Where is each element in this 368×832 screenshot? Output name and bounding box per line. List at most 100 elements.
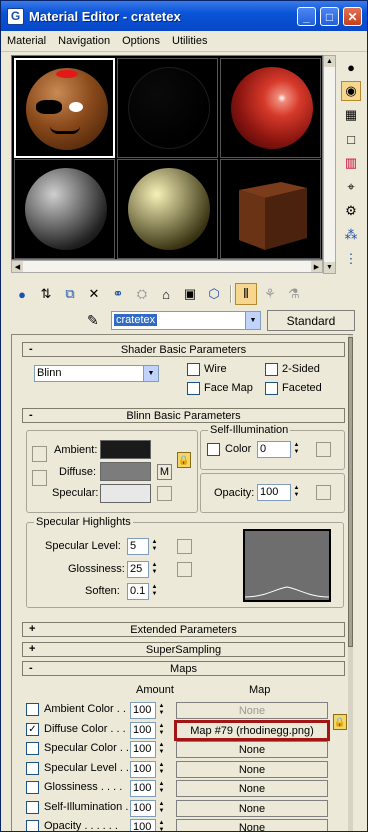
pick-material-icon[interactable]: ⚗ — [283, 283, 305, 305]
material-effects-channel-icon[interactable]: ⌂ — [155, 283, 177, 305]
glossiness-map-button[interactable] — [177, 562, 192, 577]
map-row-map-button[interactable]: None — [176, 761, 328, 778]
map-row-checkbox[interactable] — [26, 781, 39, 794]
self-illum-map-button[interactable] — [316, 442, 331, 457]
glossiness-spinner[interactable]: ▲ ▼ — [150, 562, 159, 577]
map-row-amount-spinner[interactable]: ▲ ▼ — [157, 801, 166, 816]
lock-icon[interactable]: 🔒 — [177, 452, 191, 468]
panel-scrollbar-thumb[interactable] — [348, 337, 353, 647]
diffuse-color-swatch[interactable] — [100, 462, 151, 481]
map-row-map-button[interactable]: None — [176, 800, 328, 817]
map-row-amount-field[interactable]: 100 — [130, 800, 156, 817]
soften-field[interactable]: 0.1 — [127, 583, 149, 600]
shader-type-select[interactable]: Blinn ▼ — [34, 365, 159, 382]
put-to-scene-icon[interactable]: ⇅ — [35, 283, 57, 305]
map-row-map-button[interactable]: None — [176, 741, 328, 758]
material-map-navigator-icon[interactable]: ⋮ — [341, 249, 361, 269]
rollout-maps[interactable]: - Maps — [22, 661, 345, 676]
close-button[interactable]: ✕ — [343, 7, 362, 26]
specular-level-spinner[interactable]: ▲ ▼ — [150, 539, 159, 554]
self-illum-spinner[interactable]: ▲ ▼ — [292, 442, 301, 457]
opacity-field[interactable]: 100 — [257, 484, 291, 501]
chevron-down-icon[interactable]: ▼ — [143, 366, 158, 381]
scroll-up-arrow[interactable]: ▲ — [324, 56, 335, 67]
show-end-result-icon[interactable]: ⬡ — [203, 283, 225, 305]
title-bar[interactable]: G Material Editor - cratetex _ □ ✕ — [1, 1, 367, 31]
diffuse-map-button[interactable]: M — [157, 464, 172, 480]
map-row-map-button[interactable]: None — [176, 819, 328, 831]
faceted-checkbox[interactable] — [265, 382, 278, 395]
map-row-checkbox[interactable] — [26, 762, 39, 775]
map-row-amount-spinner[interactable]: ▲ ▼ — [157, 742, 166, 757]
sample-slot-5[interactable] — [117, 159, 218, 259]
map-row-amount-field[interactable]: 100 — [130, 761, 156, 778]
options-icon[interactable]: ⚙ — [341, 201, 361, 221]
wire-checkbox[interactable] — [187, 363, 200, 376]
map-row-amount-field[interactable]: 100 — [130, 702, 156, 719]
map-row-amount-field[interactable]: 100 — [130, 741, 156, 758]
lock-ambient-diffuse-icon[interactable] — [32, 446, 47, 462]
map-row-map-button[interactable]: None — [176, 780, 328, 797]
self-illum-color-checkbox[interactable] — [207, 443, 220, 456]
backlight-icon[interactable]: ◉ — [341, 81, 361, 101]
map-row-checkbox[interactable] — [26, 820, 39, 831]
two-sided-checkbox[interactable] — [265, 363, 278, 376]
slots-horizontal-scrollbar[interactable]: ◀ ▶ — [11, 260, 323, 273]
map-row-amount-spinner[interactable]: ▲ ▼ — [157, 820, 166, 831]
get-material-icon[interactable]: ● — [11, 283, 33, 305]
sample-slot-1[interactable] — [14, 58, 115, 158]
menu-navigation[interactable]: Navigation — [58, 35, 110, 47]
scroll-right-arrow[interactable]: ▶ — [311, 261, 322, 272]
show-map-in-viewport-icon[interactable]: ▣ — [179, 283, 201, 305]
specular-level-field[interactable]: 5 — [127, 538, 149, 555]
face-map-checkbox[interactable] — [187, 382, 200, 395]
menu-utilities[interactable]: Utilities — [172, 35, 207, 47]
sample-slot-4[interactable] — [14, 159, 115, 259]
opacity-map-button[interactable] — [316, 485, 331, 500]
specular-map-button[interactable] — [157, 486, 172, 501]
select-by-material-icon[interactable]: ⁂ — [341, 225, 361, 245]
material-name-field[interactable]: cratetex ▼ — [111, 311, 261, 330]
map-row-amount-field[interactable]: 100 — [130, 819, 156, 831]
map-row-checkbox[interactable] — [26, 801, 39, 814]
map-row-amount-field[interactable]: 100 — [130, 722, 156, 739]
slots-vertical-scrollbar[interactable]: ▲ ▼ — [323, 55, 336, 274]
scroll-down-arrow[interactable]: ▼ — [324, 262, 335, 273]
go-to-parent-icon[interactable]: ⦀ — [235, 283, 257, 305]
sample-slot-3[interactable] — [220, 58, 321, 158]
sample-slot-2[interactable] — [117, 58, 218, 158]
video-color-check-icon[interactable]: ▥ — [341, 153, 361, 173]
rollout-shader-basic[interactable]: - Shader Basic Parameters — [22, 342, 345, 357]
scroll-left-arrow[interactable]: ◀ — [12, 261, 23, 272]
soften-spinner[interactable]: ▲ ▼ — [150, 584, 159, 599]
assign-to-selection-icon[interactable]: ⧉ — [59, 283, 81, 305]
specular-color-swatch[interactable] — [100, 484, 151, 503]
map-row-checkbox[interactable]: ✓ — [26, 723, 39, 736]
maximize-button[interactable]: □ — [320, 7, 339, 26]
map-row-map-button[interactable]: None — [176, 702, 328, 719]
menu-material[interactable]: Material — [7, 35, 46, 47]
menu-options[interactable]: Options — [122, 35, 160, 47]
panel-scrollbar[interactable] — [348, 335, 353, 831]
reset-map-icon[interactable]: ✕ — [83, 283, 105, 305]
eyedropper-icon[interactable]: ✎ — [87, 312, 105, 330]
make-unique-icon[interactable]: ⚭ — [107, 283, 129, 305]
self-illum-value-field[interactable]: 0 — [257, 441, 291, 458]
map-row-amount-spinner[interactable]: ▲ ▼ — [157, 781, 166, 796]
map-row-map-button[interactable]: Map #79 (rhodinegg.png) — [174, 720, 330, 741]
put-to-library-icon[interactable]: ⛭ — [131, 283, 153, 305]
go-forward-to-sibling-icon[interactable]: ⚘ — [259, 283, 281, 305]
sample-uv-tiling-icon[interactable]: □ — [341, 129, 361, 149]
material-type-button[interactable]: Standard — [267, 310, 355, 331]
lock-icon[interactable]: 🔒 — [333, 714, 347, 730]
map-row-amount-spinner[interactable]: ▲ ▼ — [157, 723, 166, 738]
opacity-spinner[interactable]: ▲ ▼ — [292, 485, 301, 500]
glossiness-field[interactable]: 25 — [127, 561, 149, 578]
sample-type-icon[interactable]: ● — [341, 57, 361, 77]
map-row-checkbox[interactable] — [26, 703, 39, 716]
ambient-color-swatch[interactable] — [100, 440, 151, 459]
sample-slot-6[interactable] — [220, 159, 321, 259]
background-checker-icon[interactable]: ▦ — [341, 105, 361, 125]
rollout-extended-parameters[interactable]: + Extended Parameters — [22, 622, 345, 637]
make-preview-icon[interactable]: ⌖ — [341, 177, 361, 197]
